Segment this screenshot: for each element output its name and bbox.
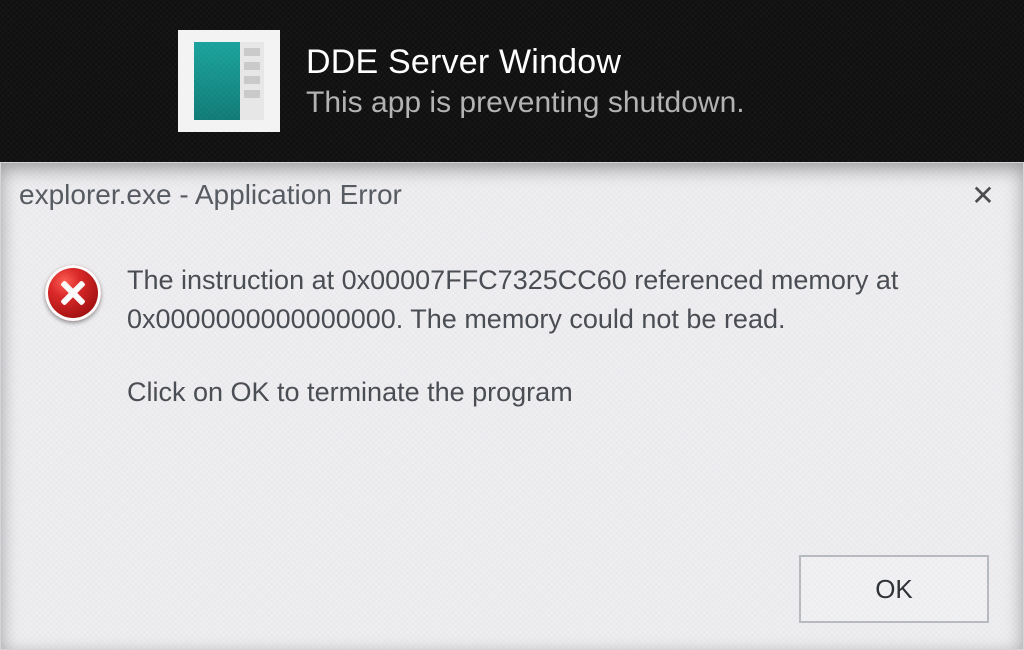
close-icon: ✕ bbox=[971, 179, 994, 212]
dialog-titlebar: explorer.exe - Application Error ✕ bbox=[1, 163, 1023, 227]
dialog-title: explorer.exe - Application Error bbox=[19, 179, 402, 211]
error-icon bbox=[45, 265, 101, 321]
dialog-message-line2: Click on OK to terminate the program bbox=[127, 373, 967, 412]
error-dialog: explorer.exe - Application Error ✕ The i… bbox=[0, 162, 1024, 650]
blocking-app-status: This app is preventing shutdown. bbox=[306, 86, 745, 120]
dialog-message: The instruction at 0x00007FFC7325CC60 re… bbox=[127, 261, 967, 412]
close-button[interactable]: ✕ bbox=[961, 173, 1005, 217]
shutdown-block-banner: DDE Server Window This app is preventing… bbox=[0, 0, 1024, 162]
ok-button[interactable]: OK bbox=[799, 555, 989, 623]
blocking-app-name: DDE Server Window bbox=[306, 43, 745, 82]
app-icon bbox=[178, 30, 280, 132]
dialog-message-line1: The instruction at 0x00007FFC7325CC60 re… bbox=[127, 261, 967, 339]
